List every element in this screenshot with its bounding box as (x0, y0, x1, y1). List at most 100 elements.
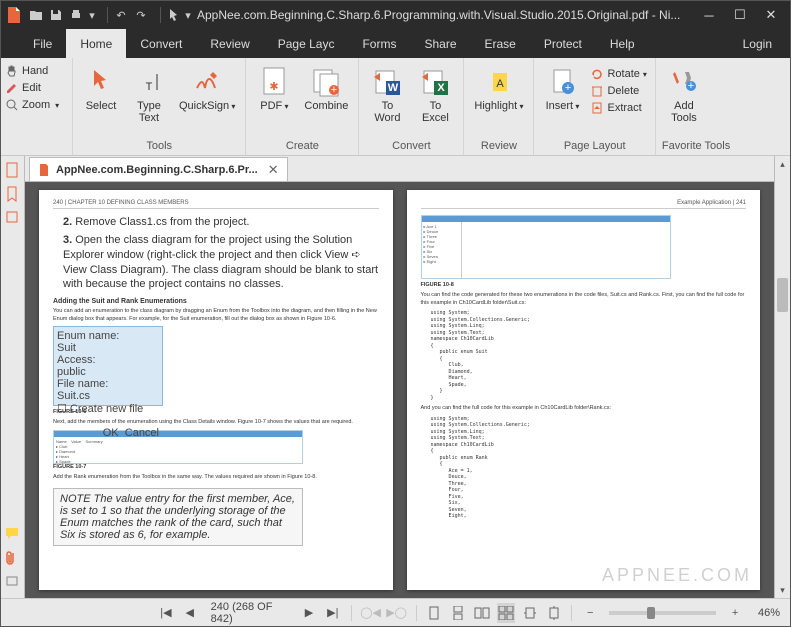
ribbon: Hand Edit Zoom▾ Select TType Text QuickS… (1, 58, 790, 156)
svg-text:+: + (688, 80, 694, 92)
svg-text:T: T (146, 81, 153, 93)
document-area: AppNee.com.Beginning.C.Sharp.6.Pr... ✕ 2… (25, 156, 774, 598)
menu-protect[interactable]: Protect (530, 29, 596, 58)
minimize-button[interactable]: ─ (694, 4, 724, 26)
vertical-scrollbar[interactable]: ▴ ▾ (774, 156, 790, 598)
maximize-button[interactable]: ☐ (725, 4, 755, 26)
svg-text:✱: ✱ (270, 81, 279, 93)
save-icon[interactable] (47, 6, 65, 24)
workspace: AppNee.com.Beginning.C.Sharp.6.Pr... ✕ 2… (1, 156, 790, 598)
hand-label: Hand (22, 65, 48, 77)
attachments-panel-icon[interactable] (5, 550, 21, 566)
highlight-button[interactable]: AHighlight ▾ (470, 64, 527, 114)
pdf-file-icon (38, 163, 50, 177)
left-panel (1, 156, 25, 598)
figure-10-8: ▸ Ace 1▸ Deuce▸ Three▸ Four▸ Five▸ Six▸ … (421, 215, 671, 279)
tab-label: AppNee.com.Beginning.C.Sharp.6.Pr... (56, 164, 258, 176)
menu-help[interactable]: Help (596, 29, 649, 58)
page-indicator: 240 (268 OF 842) (211, 601, 288, 625)
statusbar: |◀ ◀ 240 (268 OF 842) ▶ ▶| ◯◀ ▶◯ − + 46% (1, 598, 790, 626)
prev-page-button[interactable]: ◀ (181, 603, 199, 623)
redo-icon[interactable]: ↷ (132, 6, 150, 24)
note-box: NOTE The value entry for the first membe… (53, 488, 303, 546)
menubar: File Home Convert Review Page Layc Forms… (1, 29, 790, 58)
figure-10-6: Enum name:SuitAccess:publicFile name:Sui… (53, 326, 163, 406)
svg-text:+: + (331, 84, 337, 96)
watermark: APPNEE.COM (602, 565, 752, 586)
scroll-down-icon[interactable]: ▾ (775, 582, 790, 598)
document-tab[interactable]: AppNee.com.Beginning.C.Sharp.6.Pr... ✕ (29, 157, 288, 181)
addtools-button[interactable]: +Add Tools (662, 64, 706, 126)
code-rank: using System; using System.Collections.G… (431, 416, 747, 520)
toexcel-button[interactable]: XTo Excel (413, 64, 457, 126)
menu-pagelayc[interactable]: Page Layc (264, 29, 349, 58)
view-facing-icon[interactable] (473, 603, 491, 623)
menu-review[interactable]: Review (196, 29, 263, 58)
review-group-label: Review (470, 138, 527, 155)
next-page-button[interactable]: ▶ (300, 603, 318, 623)
layers-panel-icon[interactable] (5, 210, 21, 226)
hand-tool[interactable]: Hand (5, 64, 68, 78)
zoom-out-button[interactable]: − (581, 603, 599, 623)
menu-convert[interactable]: Convert (126, 29, 196, 58)
app-icon (5, 6, 23, 24)
window-title: AppNee.com.Beginning.C.Sharp.6.Programmi… (193, 8, 694, 22)
open-icon[interactable] (27, 6, 45, 24)
zoom-slider[interactable] (609, 611, 716, 615)
insert-button[interactable]: +Insert ▾ (540, 64, 584, 114)
svg-text:A: A (496, 78, 504, 90)
titlebar: ▾ ↶ ↷ ▾ AppNee.com.Beginning.C.Sharp.6.P… (1, 1, 790, 29)
rotate-button[interactable]: Rotate▾ (588, 66, 648, 82)
edit-tool[interactable]: Edit (5, 81, 68, 95)
view-continuous-icon[interactable] (449, 603, 467, 623)
select-button[interactable]: Select (79, 64, 123, 114)
undo-icon[interactable]: ↶ (112, 6, 130, 24)
zoom-in-button[interactable]: + (726, 603, 744, 623)
page-viewport[interactable]: 240 | CHAPTER 10 DEFINING CLASS MEMBERS … (25, 182, 774, 598)
bookmarks-panel-icon[interactable] (5, 186, 21, 202)
cursor-dropdown-icon[interactable]: ▾ (183, 6, 193, 24)
signatures-panel-icon[interactable] (5, 574, 21, 590)
menu-erase[interactable]: Erase (471, 29, 530, 58)
delete-button[interactable]: Delete (588, 83, 648, 99)
ribbon-quicktools: Hand Edit Zoom▾ (1, 58, 73, 155)
svg-text:W: W (388, 82, 399, 94)
menu-share[interactable]: Share (410, 29, 470, 58)
edit-label: Edit (22, 82, 41, 94)
toword-button[interactable]: WTo Word (365, 64, 409, 126)
code-suit: using System; using System.Collections.G… (431, 310, 747, 401)
zoom-tool[interactable]: Zoom▾ (5, 98, 68, 112)
cursor-select-icon[interactable] (165, 6, 183, 24)
tabbar: AppNee.com.Beginning.C.Sharp.6.Pr... ✕ (25, 156, 774, 182)
fit-width-icon[interactable] (521, 603, 539, 623)
comments-panel-icon[interactable] (5, 526, 21, 542)
menu-home[interactable]: Home (66, 29, 126, 58)
quicksign-button[interactable]: QuickSign ▾ (175, 64, 239, 114)
first-page-button[interactable]: |◀ (157, 603, 175, 623)
menu-file[interactable]: File (19, 29, 66, 58)
login-link[interactable]: Login (725, 29, 790, 58)
pdf-button[interactable]: ✱PDF ▾ (252, 64, 296, 114)
fit-page-icon[interactable] (545, 603, 563, 623)
pages-panel-icon[interactable] (5, 162, 21, 178)
close-button[interactable]: ✕ (756, 4, 786, 26)
page-left: 240 | CHAPTER 10 DEFINING CLASS MEMBERS … (39, 190, 393, 590)
extract-button[interactable]: Extract (588, 100, 648, 116)
view-facing-continuous-icon[interactable] (497, 603, 515, 623)
menu-forms[interactable]: Forms (348, 29, 410, 58)
nav-forward-button[interactable]: ▶◯ (387, 603, 407, 623)
convert-group-label: Convert (365, 138, 457, 155)
scroll-thumb[interactable] (777, 278, 788, 312)
print-icon[interactable] (67, 6, 85, 24)
view-single-icon[interactable] (426, 603, 444, 623)
zoom-label: Zoom (22, 99, 50, 111)
last-page-button[interactable]: ▶| (324, 603, 342, 623)
tab-close-icon[interactable]: ✕ (268, 162, 279, 178)
create-group-label: Create (252, 138, 352, 155)
typetext-button[interactable]: TType Text (127, 64, 171, 126)
nav-back-button[interactable]: ◯◀ (361, 603, 381, 623)
printer-dropdown-icon[interactable]: ▾ (87, 6, 97, 24)
combine-button[interactable]: +Combine (300, 64, 352, 114)
scroll-up-icon[interactable]: ▴ (775, 156, 790, 172)
svg-text:X: X (438, 82, 446, 94)
